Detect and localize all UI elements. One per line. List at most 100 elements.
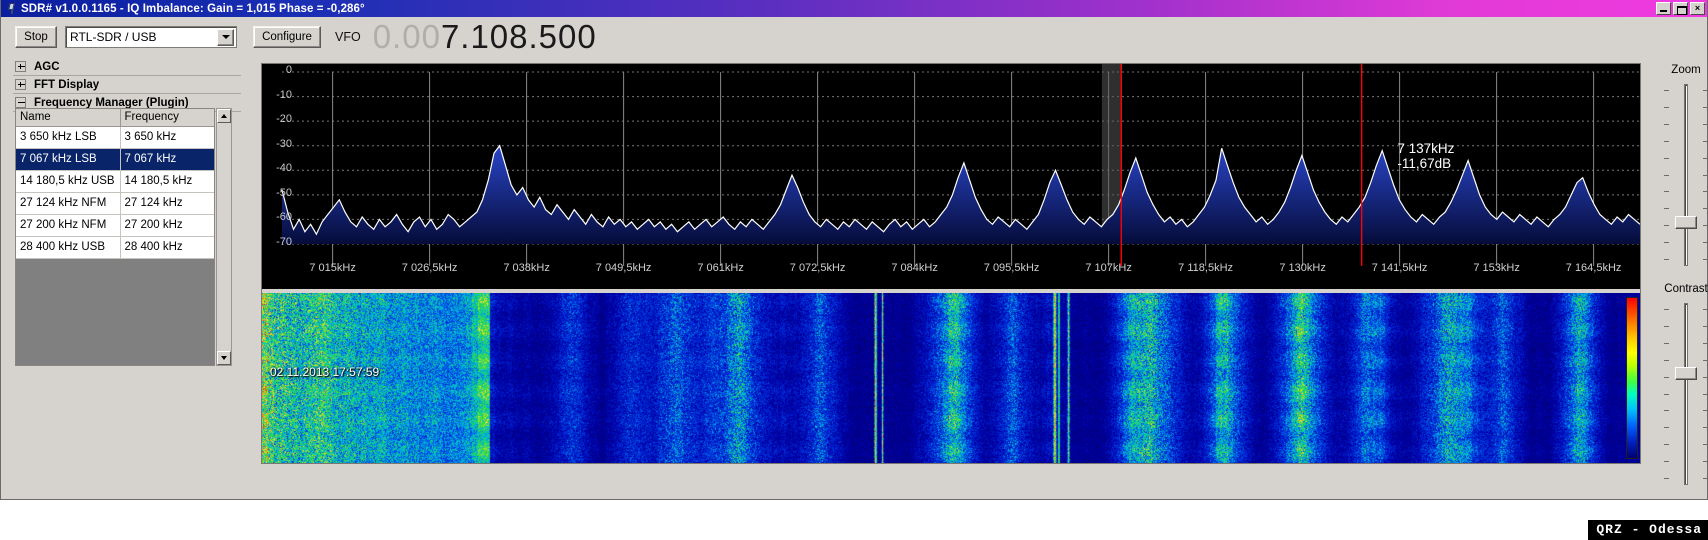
table-row[interactable]: 7 067 kHz LSB 7 067 kHz — [16, 148, 214, 171]
slider-tick — [1664, 394, 1669, 395]
cell-name: 28 400 kHz USB — [16, 236, 121, 259]
y-axis-tick-label: -40 — [276, 162, 292, 175]
slider-tick — [1703, 191, 1708, 192]
x-axis-tick-label: 7 061kHz — [697, 262, 744, 274]
spectrum-analyzer[interactable]: 0 -10 -20 -30 -40 -50 -60 -70 7 015kHz 7 026,5kHz… — [262, 64, 1640, 289]
slider-tick — [1703, 158, 1708, 159]
cell-name: 27 124 kHz NFM — [16, 192, 121, 215]
expand-plus-icon[interactable] — [15, 61, 26, 72]
collapse-minus-icon[interactable] — [15, 97, 26, 108]
slider-tick — [1703, 410, 1708, 411]
slider-tick — [1664, 259, 1669, 260]
sdr-sharp-application: SDR# v1.0.0.1165 - IQ Imbalance: Gain = … — [0, 0, 1708, 540]
table-header-row: Name Frequency — [16, 109, 214, 127]
contrast-slider[interactable] — [1656, 299, 1708, 489]
slider-tick — [1703, 394, 1708, 395]
cell-frequency: 14 180,5 kHz — [120, 170, 214, 193]
slider-tick — [1664, 191, 1669, 192]
waterfall-timestamp: 02.11.2013 17:57:59 — [270, 365, 380, 379]
zoom-slider-thumb[interactable] — [1675, 216, 1697, 229]
window-controls: × — [1656, 2, 1705, 15]
panel-header-agc[interactable]: AGC — [13, 58, 241, 76]
scroll-down-button[interactable] — [217, 351, 231, 365]
contrast-slider-group: Contrast — [1646, 283, 1708, 489]
x-axis-tick-label: 7 049,5kHz — [595, 262, 652, 274]
slider-tick — [1664, 124, 1669, 125]
vfo-label: VFO — [335, 29, 361, 44]
panel-header-fft-display[interactable]: FFT Display — [13, 76, 241, 94]
cursor-frequency-readout: 7 137kHz — [1397, 140, 1455, 156]
zoom-slider-track[interactable] — [1684, 84, 1688, 266]
x-axis-tick-label: 7 130kHz — [1279, 262, 1326, 274]
slider-tick — [1703, 107, 1708, 108]
x-axis-tick-label: 7 072,5kHz — [789, 262, 846, 274]
cursor-power-readout: -11,67dB — [1397, 155, 1452, 171]
slider-tick — [1703, 478, 1708, 479]
frequency-table-scrollbar[interactable] — [216, 108, 232, 366]
column-header-name[interactable]: Name — [16, 109, 121, 127]
slider-tick — [1664, 141, 1669, 142]
x-axis-tick-label: 7 095,5kHz — [983, 262, 1040, 274]
chevron-down-icon[interactable] — [217, 28, 234, 46]
y-axis-tick-label: -60 — [276, 211, 292, 224]
slider-tick — [1664, 461, 1669, 462]
cell-name: 3 650 kHz LSB — [16, 126, 121, 149]
slider-tick — [1703, 225, 1708, 226]
contrast-slider-track[interactable] — [1684, 303, 1688, 485]
column-header-frequency[interactable]: Frequency — [120, 109, 214, 127]
watermark: QRZ - Odessa — [1588, 520, 1708, 540]
waterfall-canvas — [262, 293, 1640, 463]
cell-frequency: 28 400 kHz — [120, 236, 214, 259]
y-axis-tick-label: -30 — [276, 137, 292, 150]
expand-plus-icon[interactable] — [15, 79, 26, 90]
satellite-icon — [5, 2, 18, 15]
cell-name: 14 180,5 kHz USB — [16, 170, 121, 193]
table-row[interactable]: 27 200 kHz NFM 27 200 kHz — [16, 214, 214, 237]
x-axis-tick-label: 7 153kHz — [1473, 262, 1520, 274]
slider-tick — [1664, 90, 1669, 91]
slider-tick — [1664, 427, 1669, 428]
device-select[interactable]: RTL-SDR / USB — [65, 25, 237, 48]
close-button[interactable]: × — [1690, 2, 1705, 15]
maximize-button[interactable] — [1673, 2, 1688, 15]
window-title: SDR# v1.0.0.1165 - IQ Imbalance: Gain = … — [21, 2, 365, 15]
frequency-table[interactable]: Name Frequency 3 650 kHz LSB 3 650 kHz 7 0… — [15, 108, 215, 366]
slider-tick — [1703, 343, 1708, 344]
cell-frequency: 7 067 kHz — [120, 148, 214, 171]
table-row[interactable]: 27 124 kHz NFM 27 124 kHz — [16, 192, 214, 215]
minimize-button[interactable] — [1656, 2, 1671, 15]
y-axis-tick-label: -20 — [276, 113, 292, 126]
configure-button[interactable]: Configure — [253, 25, 321, 48]
y-axis-tick-label: -50 — [276, 186, 292, 199]
slider-tick — [1664, 208, 1669, 209]
slider-tick — [1703, 259, 1708, 260]
scroll-up-button[interactable] — [217, 109, 231, 123]
table-row[interactable]: 3 650 kHz LSB 3 650 kHz — [16, 126, 214, 149]
waterfall-display[interactable]: 02.11.2013 17:57:59 — [262, 293, 1640, 463]
slider-tick — [1664, 377, 1669, 378]
slider-tick — [1703, 461, 1708, 462]
table-row[interactable]: 14 180,5 kHz USB 14 180,5 kHz — [16, 170, 214, 193]
device-select-value: RTL-SDR / USB — [70, 29, 157, 44]
zoom-slider-group: Zoom — [1646, 64, 1708, 270]
slider-tick — [1664, 175, 1669, 176]
frequency-value: 7.108.500 — [440, 17, 597, 55]
waterfall-colorbar — [1626, 297, 1638, 459]
slider-tick — [1664, 242, 1669, 243]
slider-tick — [1664, 107, 1669, 108]
slider-tick — [1703, 141, 1708, 142]
slider-tick — [1664, 360, 1669, 361]
zoom-slider[interactable] — [1656, 80, 1708, 270]
slider-tick — [1703, 377, 1708, 378]
y-axis-tick-label: 0 — [285, 64, 292, 76]
slider-tick — [1703, 208, 1708, 209]
table-row[interactable]: 28 400 kHz USB 28 400 kHz — [16, 236, 214, 259]
x-axis-tick-label: 7 164,5kHz — [1565, 262, 1622, 274]
frequency-display[interactable]: 0.00 7.108.500 — [373, 18, 597, 56]
cell-frequency: 27 200 kHz — [120, 214, 214, 237]
x-axis-tick-label: 7 026,5kHz — [401, 262, 458, 274]
slider-tick — [1703, 90, 1708, 91]
stop-button[interactable]: Stop — [15, 25, 57, 48]
slider-tick — [1703, 360, 1708, 361]
contrast-slider-thumb[interactable] — [1675, 367, 1697, 380]
